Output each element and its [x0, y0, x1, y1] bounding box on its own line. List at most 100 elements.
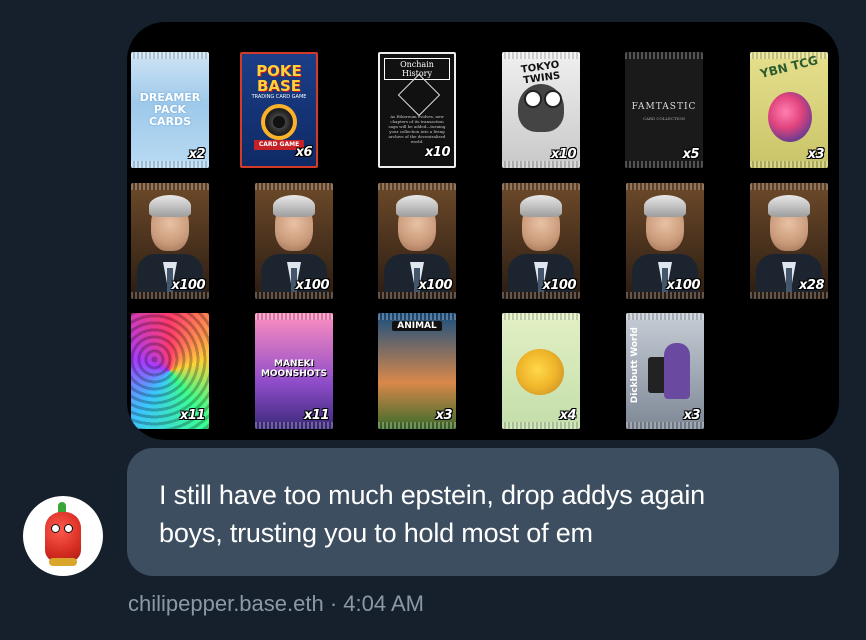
pack-count: x100	[171, 278, 205, 293]
pack-crimp	[255, 313, 333, 320]
pack-crimp	[255, 183, 333, 190]
pack-psychedelic: x11	[131, 313, 209, 429]
pack-crimp	[626, 292, 704, 299]
pack-crimp	[378, 292, 456, 299]
message-bubble[interactable]: I still have too much epstein, drop addy…	[127, 448, 839, 576]
pepper-eye	[51, 524, 60, 533]
sender-avatar[interactable]	[23, 496, 103, 576]
portrait-hair	[520, 195, 562, 217]
pack-crimp	[131, 161, 209, 168]
pack-count: x100	[666, 278, 700, 293]
pack-egg: x4	[502, 313, 580, 429]
pack-crimp	[131, 183, 209, 190]
pack-count: x3	[807, 147, 825, 162]
pack-ybn-tcg: YBN TCG x3	[750, 52, 828, 168]
pack-title: ANIMAL	[392, 321, 442, 331]
pack-title: Dickbutt World	[630, 327, 640, 404]
pack-crimp	[625, 52, 703, 59]
pack-crimp	[502, 292, 580, 299]
portrait-hair	[644, 195, 686, 217]
message-line: boys, trusting you to hold most of em	[159, 518, 593, 548]
message-timestamp: 4:04 AM	[343, 591, 424, 616]
pack-title: POKE BASE	[256, 62, 302, 95]
pack-portrait: x100	[131, 183, 209, 299]
character-eye	[524, 90, 542, 108]
pack-subtitle: CARD COLLECTION	[642, 116, 686, 121]
pack-count: x10	[425, 145, 450, 160]
ethereum-icon	[397, 73, 441, 117]
pack-count: x2	[188, 147, 206, 162]
pack-famtastic: FAMTASTIC CARD COLLECTION x5	[625, 52, 703, 168]
pack-crimp	[626, 313, 704, 320]
message-image[interactable]: DREAMER PACK CARDS x2 POKE BASE TRADING …	[127, 22, 839, 440]
portrait-hair	[149, 195, 191, 217]
pack-subtitle: TRADING CARD GAME	[251, 94, 307, 100]
pack-count: x100	[542, 278, 576, 293]
pack-onchain-history: Onchain History As Ethereum evolves, new…	[378, 52, 456, 168]
pack-poke-base: POKE BASE TRADING CARD GAME CARD GAME x6	[240, 52, 318, 168]
message-text: I still have too much epstein, drop addy…	[159, 476, 807, 552]
meta-separator: ·	[329, 591, 338, 616]
pack-crimp	[131, 292, 209, 299]
author-handle[interactable]: chilipepper.base.eth	[128, 591, 324, 616]
chili-pepper-icon	[45, 512, 81, 562]
pack-description: As Ethereum evolves, new chapters of its…	[388, 114, 446, 144]
message-line: I still have too much epstein, drop addy…	[159, 480, 705, 510]
pack-portrait: x100	[502, 183, 580, 299]
pack-portrait: x100	[255, 183, 333, 299]
character-eye	[544, 90, 562, 108]
pack-count: x6	[295, 145, 313, 160]
portrait-hair	[273, 195, 315, 217]
egg-illustration	[516, 349, 564, 395]
pepper-eye	[64, 524, 73, 533]
pack-portrait: x100	[378, 183, 456, 299]
pack-count: x3	[435, 408, 453, 423]
portrait-hair	[396, 195, 438, 217]
pack-title: FAMTASTIC	[631, 102, 697, 112]
pack-crimp	[255, 292, 333, 299]
pack-title: MANEKI MOONSHOTS	[260, 359, 328, 379]
card-pack-grid: DREAMER PACK CARDS x2 POKE BASE TRADING …	[127, 22, 839, 440]
creature-illustration	[768, 92, 812, 142]
pack-crimp	[626, 183, 704, 190]
pack-crimp	[750, 292, 828, 299]
pack-crimp	[502, 161, 580, 168]
dm-conversation-view: DREAMER PACK CARDS x2 POKE BASE TRADING …	[0, 0, 866, 640]
pack-crimp	[750, 161, 828, 168]
pack-crimp	[625, 161, 703, 168]
pack-portrait: x28	[750, 183, 828, 299]
pack-crimp	[131, 52, 209, 59]
pack-count: x11	[180, 408, 205, 423]
pack-maneki-moonshots: MANEKI MOONSHOTS x11	[255, 313, 333, 429]
pack-animal: ANIMAL x3	[378, 313, 456, 429]
pack-count: x100	[295, 278, 329, 293]
pack-count: x10	[551, 147, 576, 162]
pack-portrait: x100	[626, 183, 704, 299]
pack-count: x100	[418, 278, 452, 293]
portrait-tie	[786, 268, 792, 292]
pack-count: x3	[683, 408, 701, 423]
pack-title: DREAMER PACK CARDS	[139, 91, 201, 128]
pack-crimp	[626, 422, 704, 429]
pack-crimp	[378, 183, 456, 190]
pack-count: x5	[682, 147, 700, 162]
pack-tokyo-twins: TOKYO TWINS x10	[502, 52, 580, 168]
pack-crimp	[502, 313, 580, 320]
pack-dickbutt-world: Dickbutt World x3	[626, 313, 704, 429]
pack-count: x28	[799, 278, 824, 293]
pack-crimp	[255, 422, 333, 429]
pokeball-icon	[261, 104, 297, 140]
pack-count: x4	[559, 408, 577, 423]
pack-dreamer: DREAMER PACK CARDS x2	[131, 52, 209, 168]
pepper-feet	[49, 558, 77, 566]
pack-crimp	[378, 313, 456, 320]
pack-crimp	[750, 183, 828, 190]
pack-count: x11	[304, 408, 329, 423]
portrait-hair	[768, 195, 810, 217]
pack-crimp	[378, 422, 456, 429]
message-meta: chilipepper.base.eth · 4:04 AM	[128, 590, 424, 618]
pack-crimp	[502, 183, 580, 190]
character-illustration	[664, 343, 690, 399]
pepper-eyes	[51, 524, 75, 533]
pack-crimp	[502, 422, 580, 429]
